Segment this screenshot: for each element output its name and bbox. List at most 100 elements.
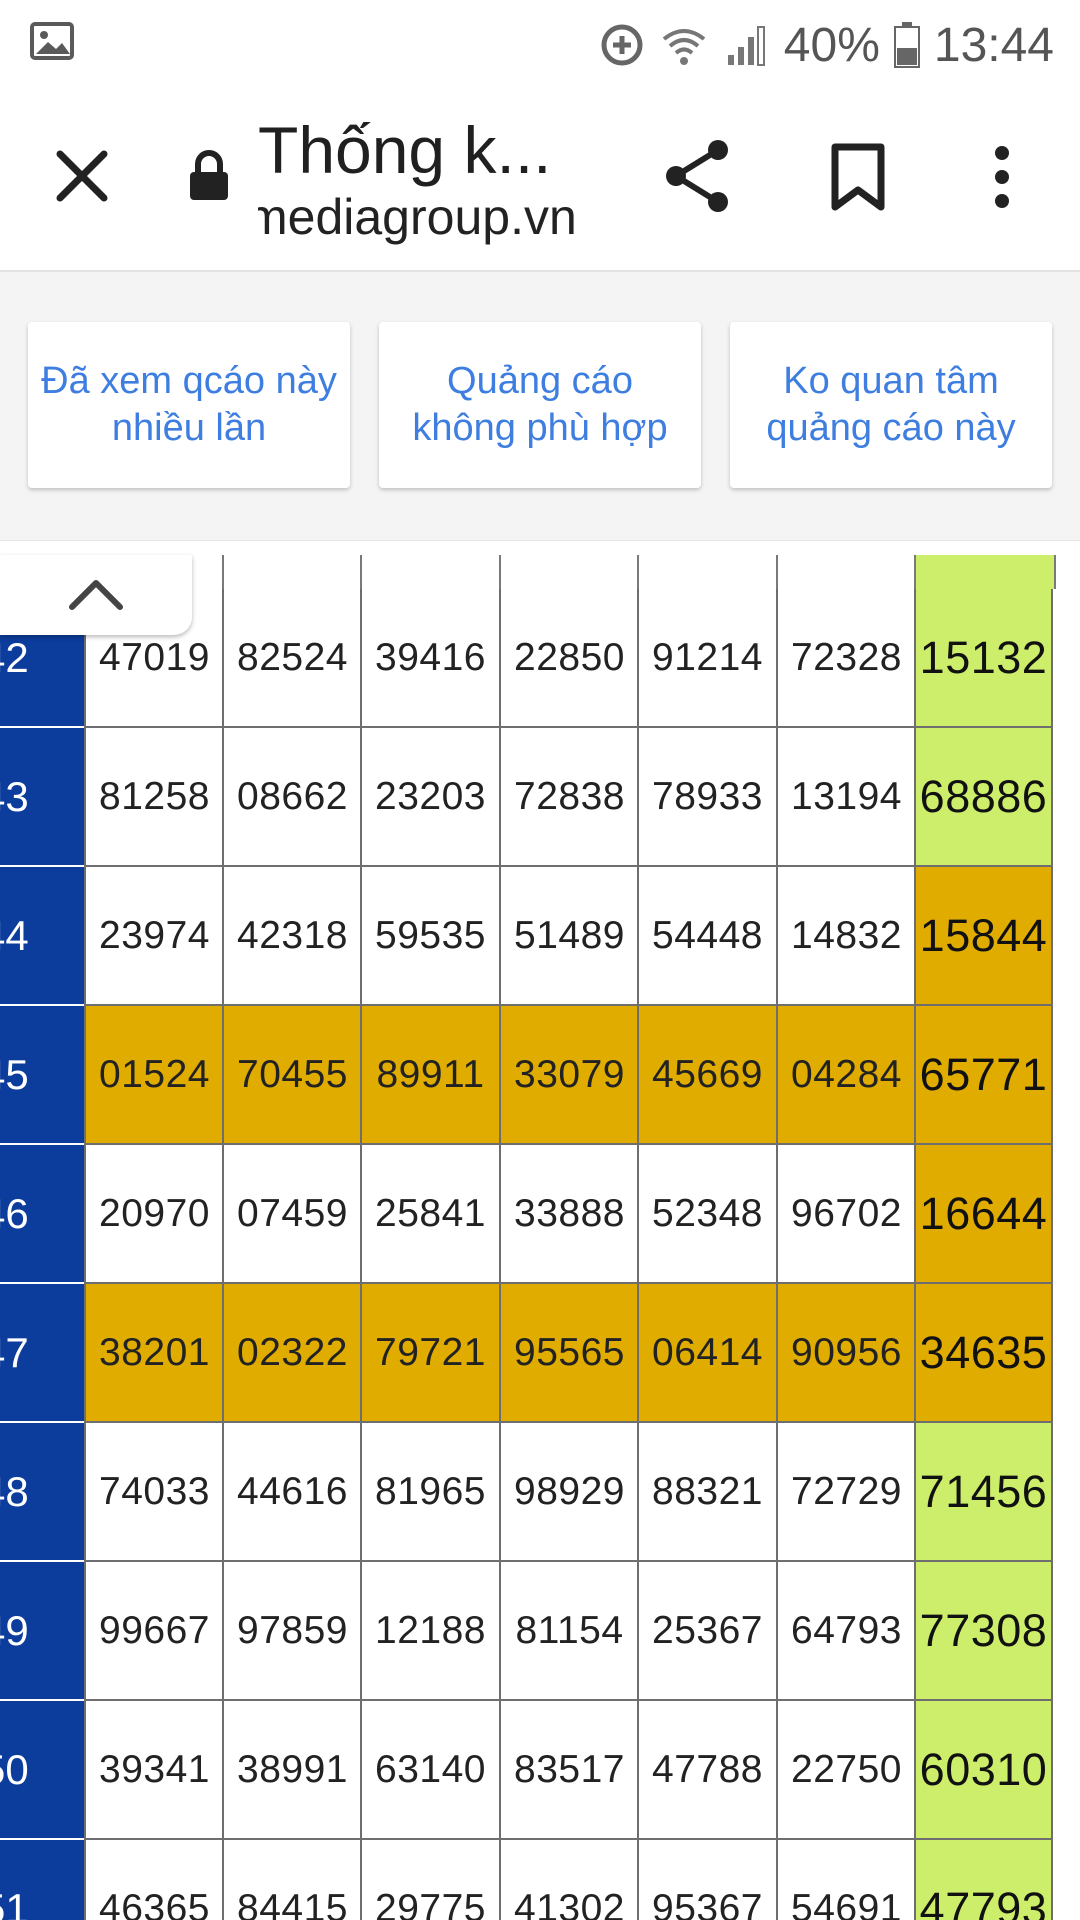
table-row: 4501524704558991133079456690428465771 bbox=[0, 1006, 1080, 1145]
table-cell: 22750 bbox=[776, 1701, 915, 1840]
bookmark-icon[interactable] bbox=[830, 142, 886, 212]
table-cell: 39341 bbox=[84, 1701, 223, 1840]
table-cell: 47788 bbox=[637, 1701, 776, 1840]
table-cell: 72838 bbox=[499, 728, 638, 867]
share-icon[interactable] bbox=[664, 138, 732, 214]
table-cell-highlight: 77308 bbox=[914, 1562, 1053, 1701]
ad-feedback-inappropriate-button[interactable]: Quảng cáo không phù hợp bbox=[379, 322, 701, 488]
table-cell: 01524 bbox=[84, 1006, 223, 1145]
table-cell: 70455 bbox=[222, 1006, 361, 1145]
table-cell: 14832 bbox=[776, 867, 915, 1006]
table-row: 4381258086622320372838789331319468886 bbox=[0, 728, 1080, 867]
table-cell: 22850 bbox=[499, 589, 638, 728]
table-cell: 98929 bbox=[499, 1423, 638, 1562]
table-cell: 91214 bbox=[637, 589, 776, 728]
table-cell: 02322 bbox=[222, 1284, 361, 1423]
row-index-cell: 51 bbox=[0, 1840, 84, 1920]
table-cell: 89911 bbox=[360, 1006, 499, 1145]
row-index-cell: 43 bbox=[0, 728, 84, 867]
ad-feedback-seen-too-often-button[interactable]: Đã xem qcáo này nhiều lần bbox=[28, 322, 350, 488]
table-cell: 64793 bbox=[776, 1562, 915, 1701]
row-index-cell: 45 bbox=[0, 1006, 84, 1145]
table-cell-highlight: 60310 bbox=[914, 1701, 1053, 1840]
table-cell: 99667 bbox=[84, 1562, 223, 1701]
table-cell-highlight: 47793 bbox=[914, 1840, 1053, 1920]
table-cell-highlight: 16644 bbox=[914, 1145, 1053, 1284]
results-table: 4247019825243941622850912147232815132438… bbox=[0, 555, 1080, 1920]
table-cell-highlight: 68886 bbox=[914, 728, 1053, 867]
table-cell: 84415 bbox=[222, 1840, 361, 1920]
wifi-icon bbox=[662, 29, 706, 65]
table-cell: 41302 bbox=[499, 1840, 638, 1920]
table-cell: 38991 bbox=[222, 1701, 361, 1840]
table-cell: 33079 bbox=[499, 1006, 638, 1145]
table-cell: 81965 bbox=[360, 1423, 499, 1562]
table-cell: 74033 bbox=[84, 1423, 223, 1562]
table-cell: 78933 bbox=[637, 728, 776, 867]
table-cell-highlight: 15132 bbox=[914, 589, 1053, 728]
more-vert-icon[interactable] bbox=[982, 144, 1022, 210]
table-cell: 07459 bbox=[222, 1145, 361, 1284]
row-index-cell: 46 bbox=[0, 1145, 84, 1284]
row-index-cell: 49 bbox=[0, 1562, 84, 1701]
table-row: 4874033446168196598929883217272971456 bbox=[0, 1423, 1080, 1562]
table-cell: 23203 bbox=[360, 728, 499, 867]
row-index-cell: 44 bbox=[0, 867, 84, 1006]
table-cell-highlight: 15844 bbox=[914, 867, 1053, 1006]
page-url[interactable]: mediagroup.vn bbox=[258, 188, 598, 246]
table-row: 5146365844152977541302953675469147793 bbox=[0, 1840, 1080, 1920]
chevron-up-icon bbox=[69, 580, 123, 610]
signal-icon bbox=[727, 26, 765, 66]
table-cell: 63140 bbox=[360, 1701, 499, 1840]
table-cell: 20970 bbox=[84, 1145, 223, 1284]
ad-feedback-not-interested-button[interactable]: Ko quan tâm quảng cáo này bbox=[730, 322, 1052, 488]
table-cell: 46365 bbox=[84, 1840, 223, 1920]
battery-icon bbox=[893, 22, 920, 68]
table-row: 4999667978591218881154253676479377308 bbox=[0, 1562, 1080, 1701]
table-cell: 83517 bbox=[499, 1701, 638, 1840]
table-row: 4620970074592584133888523489670216644 bbox=[0, 1145, 1080, 1284]
table-cell: 38201 bbox=[84, 1284, 223, 1423]
collapse-ad-tab[interactable] bbox=[0, 555, 192, 635]
table-cell: 08662 bbox=[222, 728, 361, 867]
table-cell: 45669 bbox=[637, 1006, 776, 1145]
ad-feedback-panel: Đã xem qcáo này nhiều lần Quảng cáo khôn… bbox=[0, 272, 1080, 541]
table-cell: 96702 bbox=[776, 1145, 915, 1284]
table-cell: 25367 bbox=[637, 1562, 776, 1701]
table-row: 5039341389916314083517477882275060310 bbox=[0, 1701, 1080, 1840]
table-cell: 44616 bbox=[222, 1423, 361, 1562]
table-cell: 12188 bbox=[360, 1562, 499, 1701]
table-cell: 51489 bbox=[499, 867, 638, 1006]
table-cell-highlight: 34635 bbox=[914, 1284, 1053, 1423]
row-index-cell: 48 bbox=[0, 1423, 84, 1562]
table-cell: 23974 bbox=[84, 867, 223, 1006]
table-cell: 42318 bbox=[222, 867, 361, 1006]
lock-icon bbox=[190, 150, 228, 200]
table-cell: 79721 bbox=[360, 1284, 499, 1423]
table-cell: 81258 bbox=[84, 728, 223, 867]
table-cell: 72328 bbox=[776, 589, 915, 728]
table-cell: 95367 bbox=[637, 1840, 776, 1920]
row-index-cell: 50 bbox=[0, 1701, 84, 1840]
table-cell: 29775 bbox=[360, 1840, 499, 1920]
table-cell-highlight: 71456 bbox=[914, 1423, 1053, 1562]
table-cell: 54448 bbox=[637, 867, 776, 1006]
table-row: 4423974423185953551489544481483215844 bbox=[0, 867, 1080, 1006]
table-cell: 25841 bbox=[360, 1145, 499, 1284]
page-title[interactable]: Thống k... bbox=[258, 112, 552, 188]
table-row: 4738201023227972195565064149095634635 bbox=[0, 1284, 1080, 1423]
table-cell: 72729 bbox=[776, 1423, 915, 1562]
table-cell: 81154 bbox=[499, 1562, 638, 1701]
battery-percent: 40% bbox=[783, 18, 880, 72]
status-bar: 40% 13:44 bbox=[0, 0, 1080, 88]
close-icon[interactable] bbox=[54, 148, 110, 204]
table-cell: 97859 bbox=[222, 1562, 361, 1701]
table-cell: 95565 bbox=[499, 1284, 638, 1423]
table-cell-highlight: 65771 bbox=[914, 1006, 1053, 1145]
table-cell: 33888 bbox=[499, 1145, 638, 1284]
table-cell: 52348 bbox=[637, 1145, 776, 1284]
table-cell: 54691 bbox=[776, 1840, 915, 1920]
table-cell: 59535 bbox=[360, 867, 499, 1006]
table-cell: 82524 bbox=[222, 589, 361, 728]
table-cell: 13194 bbox=[776, 728, 915, 867]
